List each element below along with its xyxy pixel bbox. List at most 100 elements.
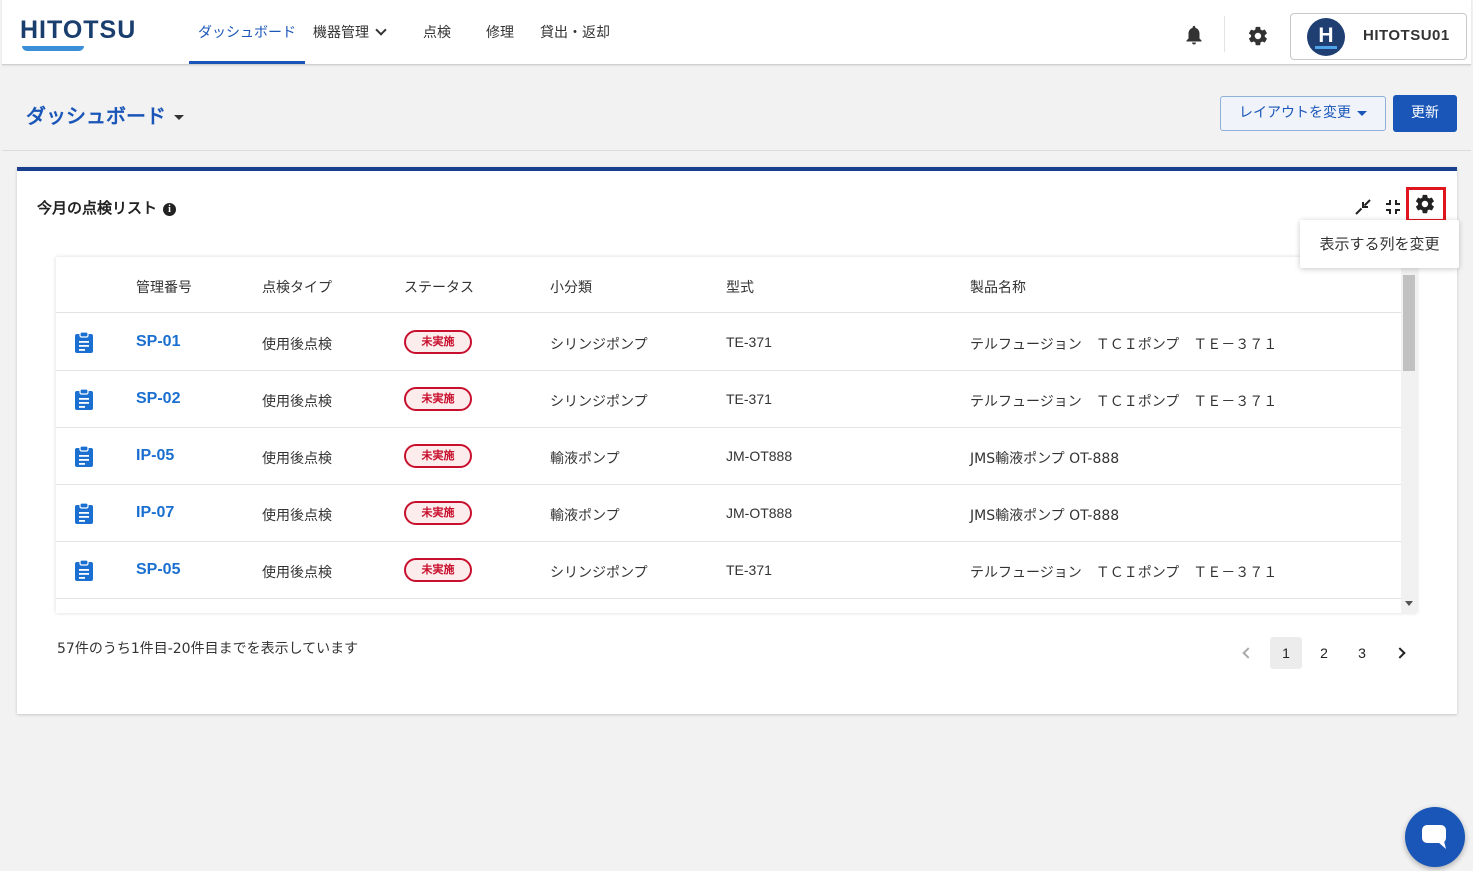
inspection-type: 使用後点検 xyxy=(262,508,332,524)
product-name: JMS輸液ポンプ OT-888 xyxy=(970,451,1120,467)
pagination: 1 2 3 xyxy=(1232,637,1416,669)
card-title-text: 今月の点検リスト xyxy=(37,199,158,217)
app-header: HITOTSU ダッシュボード 機器管理 点検 修理 貸出・返却 H HITOT… xyxy=(2,0,1471,65)
nav-repair[interactable]: 修理 xyxy=(486,0,514,64)
user-menu[interactable]: H HITOTSU01 xyxy=(1290,13,1467,60)
inspection-type: 使用後点検 xyxy=(262,565,332,581)
change-layout-button[interactable]: レイアウトを変更 xyxy=(1220,96,1386,131)
column-header-product[interactable]: 製品名称 xyxy=(970,277,1026,297)
column-settings-tooltip: 表示する列を変更 xyxy=(1300,220,1459,268)
nav-equipment[interactable]: 機器管理 xyxy=(313,0,387,64)
page-button-1[interactable]: 1 xyxy=(1270,637,1302,669)
equipment-id-link[interactable]: SP-05 xyxy=(136,561,180,579)
table-row[interactable]: SP-05 使用後点検 未実施 シリンジポンプ TE-371 テルフュージョン … xyxy=(56,542,1401,599)
model: JM-OT888 xyxy=(726,448,793,464)
column-settings-gear-icon[interactable] xyxy=(1414,193,1436,215)
nav-repair-label: 修理 xyxy=(486,25,514,41)
product-name: JMS輸液ポンプ OT-888 xyxy=(970,508,1120,524)
column-header-status[interactable]: ステータス xyxy=(404,277,474,297)
hitotsu-logo[interactable]: HITOTSU xyxy=(20,16,135,52)
inspection-list-card: 今月の点検リスト i 表示する列を変更 管理番号 点検タイプ ステータス 小分類 … xyxy=(17,167,1459,714)
status-badge: 未実施 xyxy=(404,444,472,468)
category: シリンジポンプ xyxy=(550,337,648,353)
scroll-down-arrow-icon[interactable] xyxy=(1405,601,1413,606)
column-header-type[interactable]: 点検タイプ xyxy=(262,277,332,297)
clipboard-icon[interactable] xyxy=(74,559,94,581)
inspection-type: 使用後点検 xyxy=(262,394,332,410)
status-badge: 未実施 xyxy=(404,501,472,525)
model: JM-OT888 xyxy=(726,505,793,521)
nav-lending[interactable]: 貸出・返却 xyxy=(540,0,610,64)
table-header: 管理番号 点検タイプ ステータス 小分類 型式 製品名称 xyxy=(56,257,1401,313)
nav-inspection-label: 点検 xyxy=(423,25,451,41)
status-badge: 未実施 xyxy=(404,558,472,582)
fullscreen-exit-icon[interactable] xyxy=(1384,198,1402,216)
column-header-id[interactable]: 管理番号 xyxy=(136,277,192,297)
page-button-3[interactable]: 3 xyxy=(1346,637,1378,669)
change-layout-label: レイアウトを変更 xyxy=(1239,105,1351,121)
clipboard-icon[interactable] xyxy=(74,331,94,353)
status-badge: 未実施 xyxy=(404,387,472,411)
model: TE-371 xyxy=(726,334,772,350)
status-badge: 未実施 xyxy=(404,330,472,354)
card-title: 今月の点検リスト i xyxy=(37,197,177,218)
product-name: テルフュージョン ＴＣＩポンプ ＴＥ－３７１ xyxy=(970,394,1278,410)
model: TE-371 xyxy=(726,391,772,407)
equipment-id-link[interactable]: SP-02 xyxy=(136,390,180,408)
equipment-id-link[interactable]: SP-01 xyxy=(136,333,180,351)
main-nav: ダッシュボード 機器管理 点検 修理 貸出・返却 xyxy=(189,0,610,64)
inspection-type: 使用後点検 xyxy=(262,337,332,353)
chevron-left-icon xyxy=(1242,647,1254,659)
logo-swoosh xyxy=(22,46,84,51)
chevron-down-icon xyxy=(375,23,387,36)
page-divider xyxy=(2,150,1471,151)
refresh-button[interactable]: 更新 xyxy=(1393,95,1457,132)
bell-icon[interactable] xyxy=(1184,24,1204,46)
pagination-summary: 57件のうち1件目-20件目までを表示しています xyxy=(57,641,359,657)
column-header-model[interactable]: 型式 xyxy=(726,277,754,297)
equipment-id-link[interactable]: IP-07 xyxy=(136,504,174,522)
clipboard-icon[interactable] xyxy=(74,388,94,410)
info-icon[interactable]: i xyxy=(163,203,177,216)
prev-page-button[interactable] xyxy=(1232,637,1264,669)
scrollbar-thumb[interactable] xyxy=(1403,275,1415,371)
clipboard-icon[interactable] xyxy=(74,445,94,467)
caret-down-icon xyxy=(174,115,184,120)
user-name: HITOTSU01 xyxy=(1363,27,1450,44)
nav-dashboard[interactable]: ダッシュボード xyxy=(189,0,305,64)
column-header-category[interactable]: 小分類 xyxy=(550,277,592,297)
table-row[interactable]: SP-02 使用後点検 未実施 シリンジポンプ TE-371 テルフュージョン … xyxy=(56,371,1401,428)
category: シリンジポンプ xyxy=(550,394,648,410)
page-title-text: ダッシュボード xyxy=(26,104,166,128)
equipment-id-link[interactable]: IP-05 xyxy=(136,447,174,465)
page-title[interactable]: ダッシュボード xyxy=(26,100,184,129)
nav-dashboard-label: ダッシュボード xyxy=(198,25,296,41)
nav-lending-label: 貸出・返却 xyxy=(540,25,610,41)
table-row[interactable]: IP-05 使用後点検 未実施 輸液ポンプ JM-OT888 JMS輸液ポンプ … xyxy=(56,428,1401,485)
collapse-icon[interactable] xyxy=(1354,198,1372,216)
chat-bubble-icon xyxy=(1422,825,1446,849)
settings-gear-icon[interactable] xyxy=(1247,25,1269,47)
header-separator xyxy=(1224,16,1225,52)
table-row[interactable]: SP-01 使用後点検 未実施 シリンジポンプ TE-371 テルフュージョン … xyxy=(56,314,1401,371)
table-scrollbar[interactable] xyxy=(1401,257,1417,613)
avatar: H xyxy=(1307,18,1345,56)
category: 輸液ポンプ xyxy=(550,508,620,524)
nav-equipment-label: 機器管理 xyxy=(313,25,369,41)
page-button-2[interactable]: 2 xyxy=(1308,637,1340,669)
product-name: テルフュージョン ＴＣＩポンプ ＴＥ－３７１ xyxy=(970,565,1278,581)
chevron-right-icon xyxy=(1394,647,1406,659)
product-name: テルフュージョン ＴＣＩポンプ ＴＥ－３７１ xyxy=(970,337,1278,353)
chat-support-button[interactable] xyxy=(1405,807,1465,867)
logo-text: HITOTSU xyxy=(20,16,137,44)
caret-down-icon xyxy=(1357,110,1367,116)
category: 輸液ポンプ xyxy=(550,451,620,467)
inspection-type: 使用後点検 xyxy=(262,451,332,467)
model: TE-371 xyxy=(726,562,772,578)
clipboard-icon[interactable] xyxy=(74,502,94,524)
nav-inspection[interactable]: 点検 xyxy=(423,0,451,64)
inspection-table: 管理番号 点検タイプ ステータス 小分類 型式 製品名称 SP-01 使用後点検… xyxy=(56,257,1417,613)
next-page-button[interactable] xyxy=(1384,637,1416,669)
table-row[interactable]: IP-07 使用後点検 未実施 輸液ポンプ JM-OT888 JMS輸液ポンプ … xyxy=(56,485,1401,542)
category: シリンジポンプ xyxy=(550,565,648,581)
